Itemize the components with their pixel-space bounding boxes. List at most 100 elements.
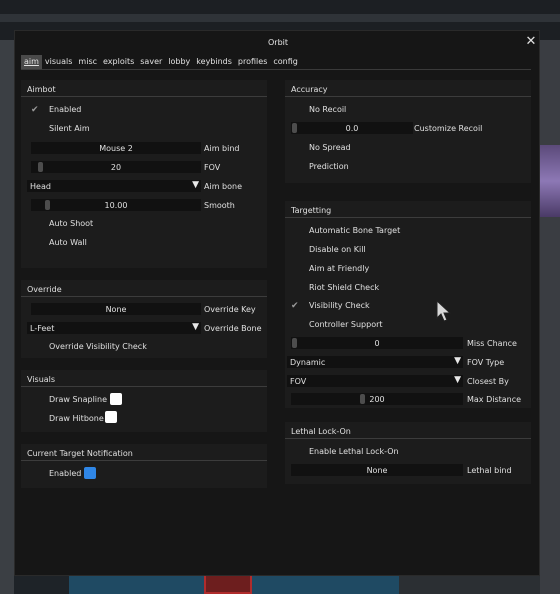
enabled-checkbox[interactable]: ✔ Enabled	[31, 103, 261, 117]
lethal-lockon-header: Lethal Lock-On	[285, 422, 531, 439]
override-visibility-checkbox[interactable]: Override Visibility Check	[31, 340, 261, 354]
no-recoil-label: No Recoil	[309, 105, 347, 114]
window-title: Orbit	[267, 38, 289, 47]
tab-visuals[interactable]: visuals	[42, 55, 76, 69]
fov-slider[interactable]: 20	[31, 161, 201, 173]
background-bottom-right	[399, 576, 540, 594]
target-notification-section: Current Target Notification Enabled	[21, 444, 267, 488]
aim-at-friendly-label: Aim at Friendly	[309, 264, 370, 273]
aim-bone-label: Aim bone	[204, 182, 242, 191]
smooth-value: 10.00	[104, 201, 128, 210]
triangle-down-icon: ▼	[192, 180, 199, 190]
aim-bone-dropdown[interactable]: Head ▼	[27, 180, 201, 192]
background-right	[540, 40, 560, 594]
prediction-checkbox[interactable]: Prediction	[291, 160, 521, 174]
aimbot-header: Aimbot	[21, 80, 267, 97]
accuracy-header: Accuracy	[285, 80, 531, 97]
enable-lethal-lockon-checkbox[interactable]: Enable Lethal Lock-On	[291, 445, 521, 459]
max-distance-slider[interactable]: 200	[291, 393, 463, 405]
visibility-check-label: Visibility Check	[309, 301, 370, 310]
auto-wall-label: Auto Wall	[49, 238, 87, 247]
riot-shield-checkbox[interactable]: Riot Shield Check	[291, 281, 521, 295]
disable-on-kill-checkbox[interactable]: Disable on Kill	[291, 243, 521, 257]
tab-bar: aim visuals misc exploits saver lobby ke…	[21, 55, 531, 70]
override-bone-value: L-Feet	[30, 324, 55, 333]
auto-bone-checkbox[interactable]: Automatic Bone Target	[291, 224, 521, 238]
lethal-lockon-section: Lethal Lock-On Enable Lethal Lock-On Non…	[285, 422, 531, 484]
tab-exploits[interactable]: exploits	[100, 55, 137, 69]
visuals-header: Visuals	[21, 370, 267, 387]
miss-chance-value: 0	[374, 339, 380, 348]
override-bone-dropdown[interactable]: L-Feet ▼	[27, 322, 201, 334]
tab-aim[interactable]: aim	[21, 55, 42, 69]
custom-recoil-value: 0.0	[345, 124, 359, 133]
aimbot-section: Aimbot ✔ Enabled Silent Aim Mouse 2 Aim …	[21, 80, 267, 268]
background-emblem	[204, 576, 252, 594]
prediction-label: Prediction	[309, 162, 349, 171]
tab-saver[interactable]: saver	[137, 55, 165, 69]
triangle-down-icon: ▼	[454, 356, 461, 366]
notification-enabled-label: Enabled	[49, 469, 82, 478]
miss-chance-slider[interactable]: 0	[291, 337, 463, 349]
custom-recoil-label: Customize Recoil	[414, 124, 483, 133]
background-purple-panel	[540, 145, 560, 217]
controller-support-label: Controller Support	[309, 320, 383, 329]
max-distance-label: Max Distance	[467, 395, 522, 404]
visuals-section: Visuals Draw Snapline Draw Hitbone	[21, 370, 267, 432]
closest-by-dropdown[interactable]: FOV ▼	[287, 375, 463, 387]
enable-lethal-lockon-label: Enable Lethal Lock-On	[309, 447, 399, 456]
aim-bind-value: Mouse 2	[99, 144, 133, 153]
lethal-bind-label: Lethal bind	[467, 466, 512, 475]
silent-aim-label: Silent Aim	[49, 124, 90, 133]
auto-shoot-checkbox[interactable]: Auto Shoot	[31, 217, 261, 231]
notification-enabled-checkbox[interactable]: Enabled	[31, 467, 131, 481]
tab-lobby[interactable]: lobby	[165, 55, 193, 69]
checkmark-icon: ✔	[31, 105, 39, 115]
aim-bind-label: Aim bind	[204, 144, 240, 153]
override-key-label: Override Key	[204, 305, 256, 314]
disable-on-kill-label: Disable on Kill	[309, 245, 366, 254]
no-spread-checkbox[interactable]: No Spread	[291, 141, 521, 155]
no-spread-label: No Spread	[309, 143, 351, 152]
targetting-section: Targetting Automatic Bone Target Disable…	[285, 201, 531, 408]
auto-wall-checkbox[interactable]: Auto Wall	[31, 236, 261, 250]
hitbone-color-swatch[interactable]	[105, 411, 117, 423]
fov-value: 20	[110, 163, 122, 172]
mouse-cursor-icon	[436, 300, 452, 322]
background-stripe	[0, 14, 560, 22]
tab-misc[interactable]: misc	[75, 55, 100, 69]
notification-color-swatch[interactable]	[84, 467, 96, 479]
enabled-label: Enabled	[49, 105, 82, 114]
override-key-value: None	[105, 305, 127, 314]
silent-aim-checkbox[interactable]: Silent Aim	[31, 122, 261, 136]
miss-chance-label: Miss Chance	[467, 339, 517, 348]
checkmark-icon: ✔	[291, 301, 299, 311]
snapline-color-swatch[interactable]	[110, 393, 122, 405]
tab-keybinds[interactable]: keybinds	[193, 55, 235, 69]
orbit-window: Orbit ✕ aim visuals misc exploits saver …	[14, 30, 540, 576]
controller-support-checkbox[interactable]: Controller Support	[291, 318, 521, 332]
fov-type-value: Dynamic	[290, 358, 326, 367]
override-key-field[interactable]: None	[31, 303, 201, 315]
override-bone-label: Override Bone	[204, 324, 262, 333]
aim-at-friendly-checkbox[interactable]: Aim at Friendly	[291, 262, 521, 276]
tab-profiles[interactable]: profiles	[235, 55, 270, 69]
fov-type-dropdown[interactable]: Dynamic ▼	[287, 356, 463, 368]
close-icon[interactable]: ✕	[524, 35, 538, 49]
riot-shield-label: Riot Shield Check	[309, 283, 380, 292]
custom-recoil-slider[interactable]: 0.0	[291, 122, 413, 134]
visibility-check-checkbox[interactable]: ✔ Visibility Check	[291, 299, 521, 313]
override-section: Override None Override Key L-Feet ▼ Over…	[21, 280, 267, 358]
smooth-slider[interactable]: 10.00	[31, 199, 201, 211]
tab-config[interactable]: config	[270, 55, 300, 69]
lethal-bind-field[interactable]: None	[291, 464, 463, 476]
background-bottom	[14, 576, 540, 594]
title-bar[interactable]: Orbit ✕	[15, 31, 541, 55]
draw-snapline-label: Draw Snapline	[49, 395, 108, 404]
no-recoil-checkbox[interactable]: No Recoil	[291, 103, 521, 117]
aim-bind-field[interactable]: Mouse 2	[31, 142, 201, 154]
fov-label: FOV	[204, 163, 221, 172]
triangle-down-icon: ▼	[192, 322, 199, 332]
lethal-bind-value: None	[366, 466, 388, 475]
draw-hitbone-label: Draw Hitbone	[49, 414, 104, 423]
